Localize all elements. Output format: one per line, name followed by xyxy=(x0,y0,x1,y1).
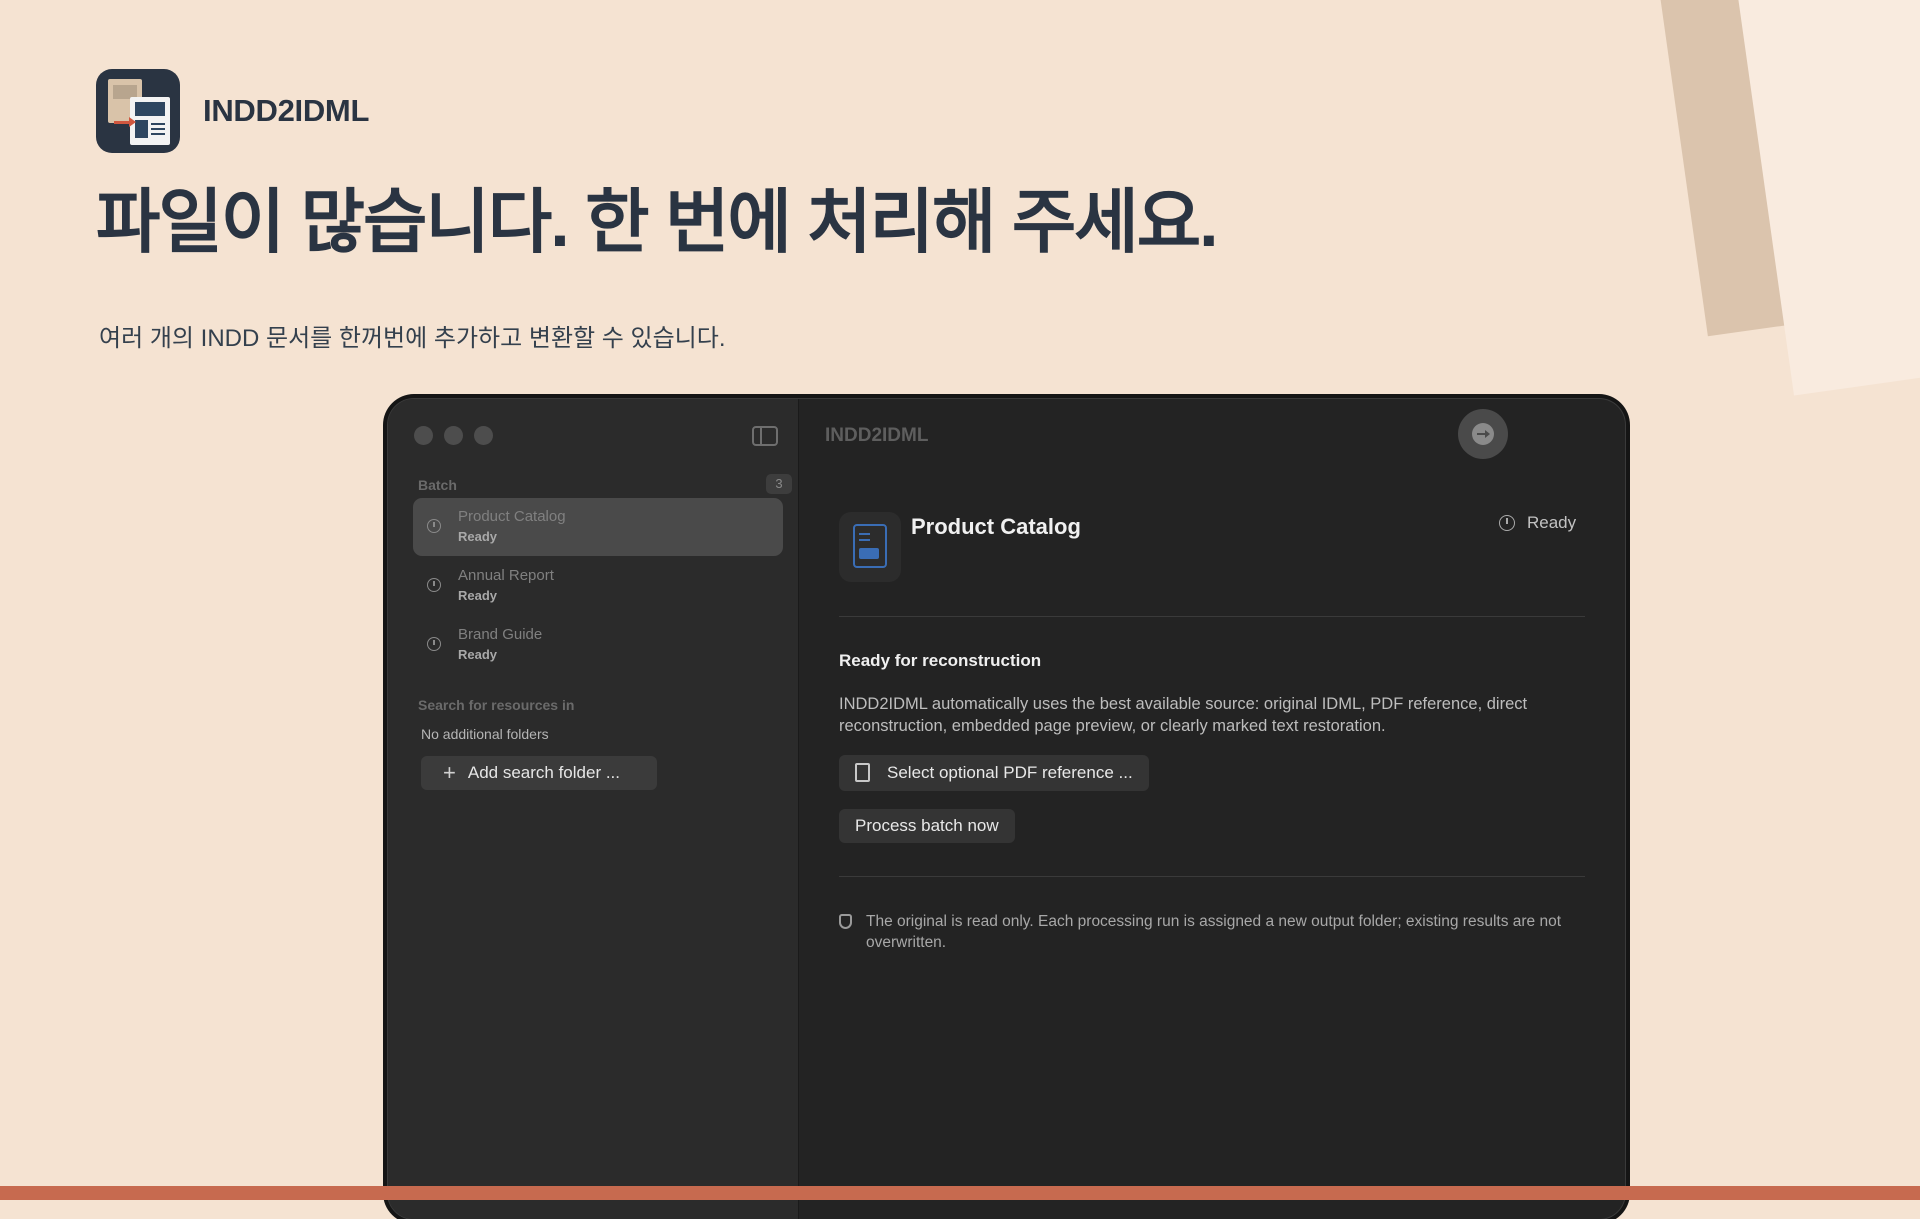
run-icon[interactable] xyxy=(1458,409,1508,459)
batch-item-product-catalog[interactable]: Product Catalog Ready xyxy=(413,498,783,556)
detail-pane: INDD2IDML + ? i Product Catalog Ready Re… xyxy=(799,399,1625,1219)
clock-icon xyxy=(427,578,441,592)
document-icon xyxy=(839,512,901,582)
brand-name: INDD2IDML xyxy=(203,93,370,128)
clock-icon xyxy=(427,519,441,533)
clock-icon xyxy=(427,637,441,651)
ready-heading: Ready for reconstruction xyxy=(839,651,1042,670)
select-pdf-reference-button[interactable]: Select optional PDF reference ... xyxy=(839,755,1149,791)
shield-icon xyxy=(839,914,852,929)
batch-item-status: Ready xyxy=(458,529,498,544)
close-window-button[interactable] xyxy=(414,426,433,445)
no-folders-text: No additional folders xyxy=(421,726,549,742)
read-only-notice: The original is read only. Each processi… xyxy=(839,911,1599,953)
batch-section-label: Batch xyxy=(418,477,457,493)
process-batch-button[interactable]: Process batch now xyxy=(839,809,1015,843)
source-description: INDD2IDML automatically uses the best av… xyxy=(839,695,1528,735)
batch-item-name: Product Catalog xyxy=(458,508,566,525)
app-logo-icon xyxy=(96,69,180,153)
window-title: INDD2IDML xyxy=(825,425,929,446)
minimize-window-button[interactable] xyxy=(444,426,463,445)
add-search-folder-button[interactable]: + Add search folder ... xyxy=(421,756,657,790)
document-title: Product Catalog xyxy=(911,514,1081,539)
sidebar: Batch 3 Product Catalog Ready Annual Rep… xyxy=(388,399,799,1219)
clock-icon xyxy=(1499,515,1515,531)
app-window: Batch 3 Product Catalog Ready Annual Rep… xyxy=(388,399,1625,1219)
batch-item-name: Annual Report xyxy=(458,567,554,584)
window-controls xyxy=(414,426,493,445)
batch-item-status: Ready xyxy=(458,647,498,662)
search-resources-label: Search for resources in xyxy=(418,697,575,713)
hero-headline: 파일이 많습니다. 한 번에 처리해 주세요. xyxy=(96,183,1219,261)
batch-item-status: Ready xyxy=(458,588,498,603)
batch-count-badge: 3 xyxy=(766,474,792,494)
status-indicator: Ready xyxy=(1499,513,1576,533)
sidebar-toggle-icon[interactable] xyxy=(752,426,778,446)
bottom-accent-band xyxy=(0,1186,1920,1200)
document-icon xyxy=(855,763,870,782)
add-search-folder-label: Add search folder ... xyxy=(467,763,620,782)
divider xyxy=(839,876,1585,877)
brand: INDD2IDML xyxy=(96,69,369,153)
batch-item-brand-guide[interactable]: Brand Guide Ready xyxy=(413,616,783,674)
batch-item-name: Brand Guide xyxy=(458,626,543,643)
status-text: Ready xyxy=(1527,513,1577,532)
batch-item-annual-report[interactable]: Annual Report Ready xyxy=(413,557,783,615)
zoom-window-button[interactable] xyxy=(474,426,493,445)
divider xyxy=(839,616,1585,617)
select-pdf-label: Select optional PDF reference ... xyxy=(887,763,1133,782)
read-only-notice-text: The original is read only. Each processi… xyxy=(866,913,1562,951)
hero-subline: 여러 개의 INDD 문서를 한꺼번에 추가하고 변환할 수 있습니다. xyxy=(99,325,726,352)
plus-icon: + xyxy=(443,760,456,785)
